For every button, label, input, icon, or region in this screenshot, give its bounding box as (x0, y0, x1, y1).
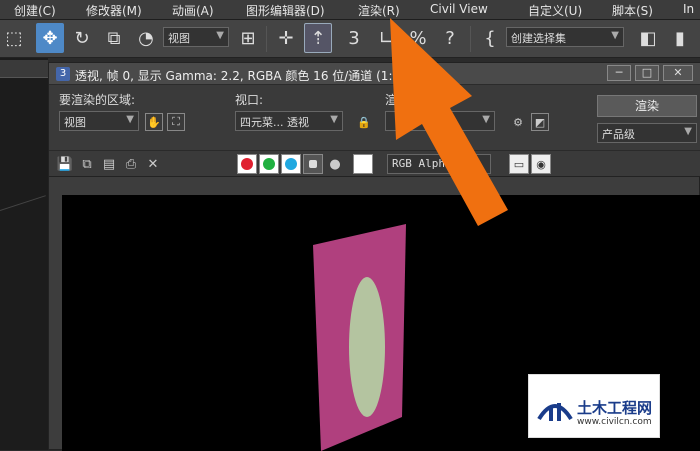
civil-logo-icon (537, 403, 573, 421)
watermark-logo: 土木工程网 www.civilcn.com (528, 374, 660, 438)
watermark-url: www.civilcn.com (577, 417, 652, 427)
orange-arrow-icon (390, 18, 508, 226)
watermark-name: 土木工程网 (577, 399, 653, 417)
